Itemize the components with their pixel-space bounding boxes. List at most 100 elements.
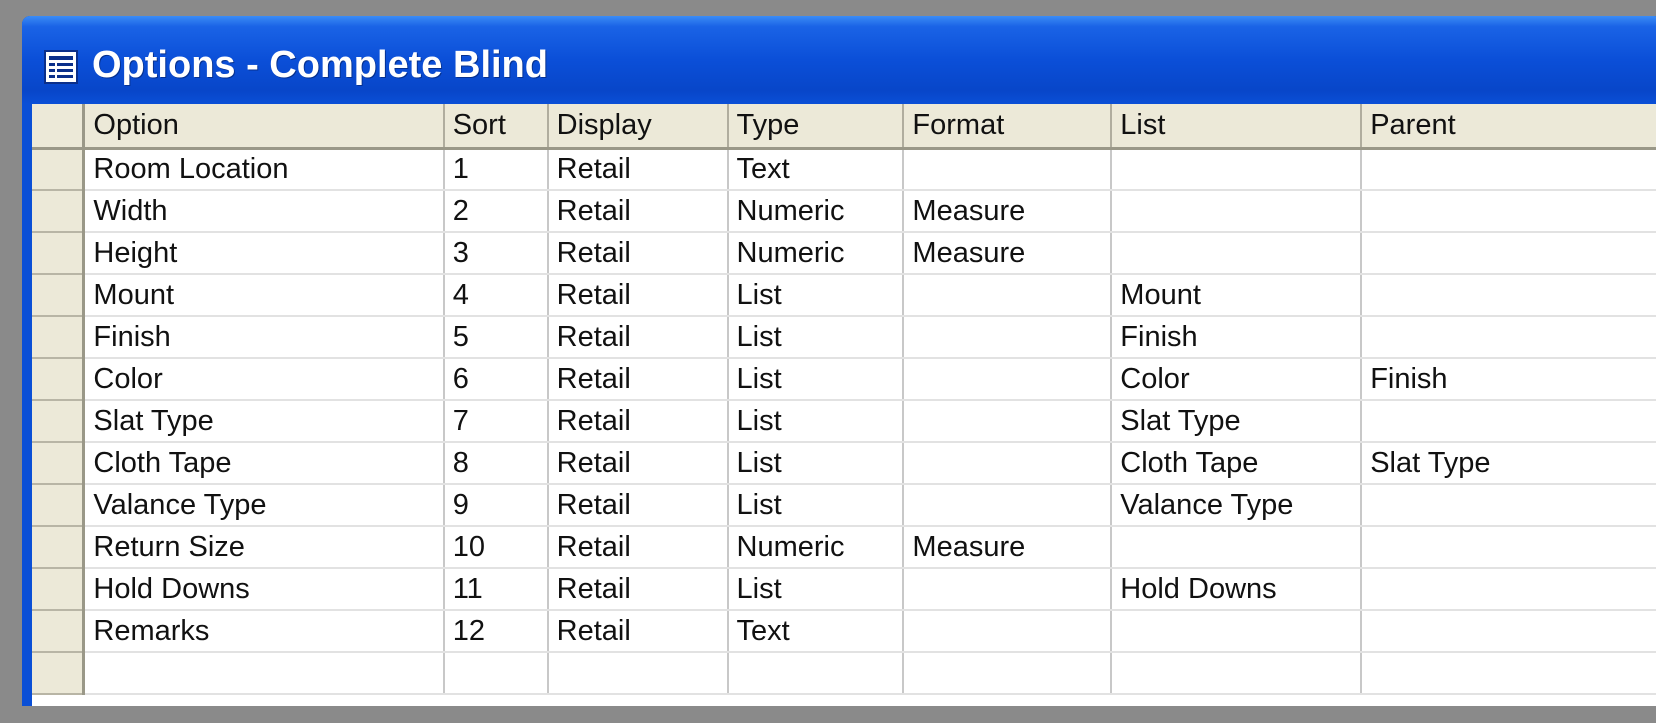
cell-list[interactable]: [1111, 190, 1363, 233]
cell-format[interactable]: [903, 442, 1113, 485]
cell-parent[interactable]: [1361, 400, 1656, 443]
cell-option[interactable]: Cloth Tape: [83, 442, 445, 485]
cell-sort[interactable]: 1: [443, 148, 549, 191]
cell-format[interactable]: Measure: [903, 526, 1113, 569]
cell-sort[interactable]: 10: [443, 526, 549, 569]
cell-parent[interactable]: [1361, 610, 1656, 653]
cell-type[interactable]: Text: [727, 148, 905, 191]
cell-type[interactable]: List: [727, 442, 905, 485]
row-selector[interactable]: [32, 148, 86, 191]
cell-parent[interactable]: [1361, 190, 1656, 233]
cell-list[interactable]: [1111, 232, 1363, 275]
row-selector[interactable]: [32, 400, 86, 443]
cell-list[interactable]: [1111, 526, 1363, 569]
cell-parent[interactable]: Slat Type: [1361, 442, 1656, 485]
cell-display[interactable]: Retail: [547, 316, 729, 359]
column-header-option[interactable]: Option: [83, 104, 445, 150]
cell-list[interactable]: Finish: [1111, 316, 1363, 359]
cell-list[interactable]: [1111, 610, 1363, 653]
cell-option[interactable]: Hold Downs: [83, 568, 445, 611]
cell-display[interactable]: Retail: [547, 568, 729, 611]
cell-type[interactable]: List: [727, 358, 905, 401]
cell-option[interactable]: Mount: [83, 274, 445, 317]
cell-display[interactable]: Retail: [547, 442, 729, 485]
cell-parent[interactable]: [1361, 568, 1656, 611]
cell-option[interactable]: Room Location: [83, 148, 445, 191]
cell-display[interactable]: Retail: [547, 358, 729, 401]
cell-list[interactable]: [1111, 148, 1363, 191]
cell-option[interactable]: Valance Type: [83, 484, 445, 527]
cell-option[interactable]: Finish: [83, 316, 445, 359]
cell-option[interactable]: Remarks: [83, 610, 445, 653]
cell-format[interactable]: [903, 484, 1113, 527]
cell-format[interactable]: [903, 400, 1113, 443]
cell-option[interactable]: Slat Type: [83, 400, 445, 443]
cell-type[interactable]: List: [727, 400, 905, 443]
cell-parent[interactable]: [1361, 652, 1656, 695]
cell-sort[interactable]: 6: [443, 358, 549, 401]
cell-display[interactable]: Retail: [547, 484, 729, 527]
cell-option[interactable]: [83, 652, 445, 695]
cell-list[interactable]: Hold Downs: [1111, 568, 1363, 611]
row-selector[interactable]: [32, 232, 86, 275]
column-header-parent[interactable]: Parent: [1361, 104, 1656, 150]
row-selector[interactable]: [32, 358, 86, 401]
cell-list[interactable]: Slat Type: [1111, 400, 1363, 443]
row-selector[interactable]: [32, 526, 86, 569]
cell-list[interactable]: [1111, 652, 1363, 695]
cell-format[interactable]: Measure: [903, 190, 1113, 233]
cell-parent[interactable]: [1361, 274, 1656, 317]
select-all-corner[interactable]: [32, 104, 86, 150]
cell-sort[interactable]: 4: [443, 274, 549, 317]
cell-parent[interactable]: [1361, 232, 1656, 275]
cell-display[interactable]: Retail: [547, 148, 729, 191]
cell-display[interactable]: Retail: [547, 232, 729, 275]
cell-option[interactable]: Color: [83, 358, 445, 401]
cell-parent[interactable]: [1361, 316, 1656, 359]
row-selector[interactable]: [32, 274, 86, 317]
cell-format[interactable]: [903, 610, 1113, 653]
cell-format[interactable]: [903, 568, 1113, 611]
cell-parent[interactable]: Finish: [1361, 358, 1656, 401]
cell-sort[interactable]: 12: [443, 610, 549, 653]
cell-display[interactable]: Retail: [547, 400, 729, 443]
cell-format[interactable]: [903, 316, 1113, 359]
column-header-display[interactable]: Display: [547, 104, 729, 150]
cell-type[interactable]: Numeric: [727, 190, 905, 233]
row-selector[interactable]: [32, 610, 86, 653]
cell-format[interactable]: [903, 652, 1113, 695]
cell-parent[interactable]: [1361, 484, 1656, 527]
cell-option[interactable]: Width: [83, 190, 445, 233]
title-bar[interactable]: Options - Complete Blind: [22, 16, 1656, 104]
row-selector[interactable]: [32, 652, 86, 695]
cell-type[interactable]: List: [727, 568, 905, 611]
cell-list[interactable]: Valance Type: [1111, 484, 1363, 527]
cell-sort[interactable]: 5: [443, 316, 549, 359]
cell-parent[interactable]: [1361, 526, 1656, 569]
cell-sort[interactable]: 2: [443, 190, 549, 233]
cell-list[interactable]: Color: [1111, 358, 1363, 401]
cell-type[interactable]: Text: [727, 610, 905, 653]
cell-sort[interactable]: 7: [443, 400, 549, 443]
cell-display[interactable]: Retail: [547, 526, 729, 569]
row-selector[interactable]: [32, 190, 86, 233]
cell-type[interactable]: List: [727, 484, 905, 527]
cell-type[interactable]: List: [727, 316, 905, 359]
cell-parent[interactable]: [1361, 148, 1656, 191]
cell-display[interactable]: Retail: [547, 190, 729, 233]
column-header-list[interactable]: List: [1111, 104, 1363, 150]
column-header-format[interactable]: Format: [903, 104, 1113, 150]
cell-sort[interactable]: 9: [443, 484, 549, 527]
cell-format[interactable]: [903, 148, 1113, 191]
cell-display[interactable]: Retail: [547, 274, 729, 317]
cell-sort[interactable]: 8: [443, 442, 549, 485]
cell-type[interactable]: List: [727, 274, 905, 317]
cell-sort[interactable]: [443, 652, 549, 695]
row-selector[interactable]: [32, 316, 86, 359]
cell-option[interactable]: Height: [83, 232, 445, 275]
cell-format[interactable]: [903, 358, 1113, 401]
column-header-sort[interactable]: Sort: [443, 104, 549, 150]
column-header-type[interactable]: Type: [727, 104, 905, 150]
cell-display[interactable]: Retail: [547, 610, 729, 653]
cell-format[interactable]: [903, 274, 1113, 317]
